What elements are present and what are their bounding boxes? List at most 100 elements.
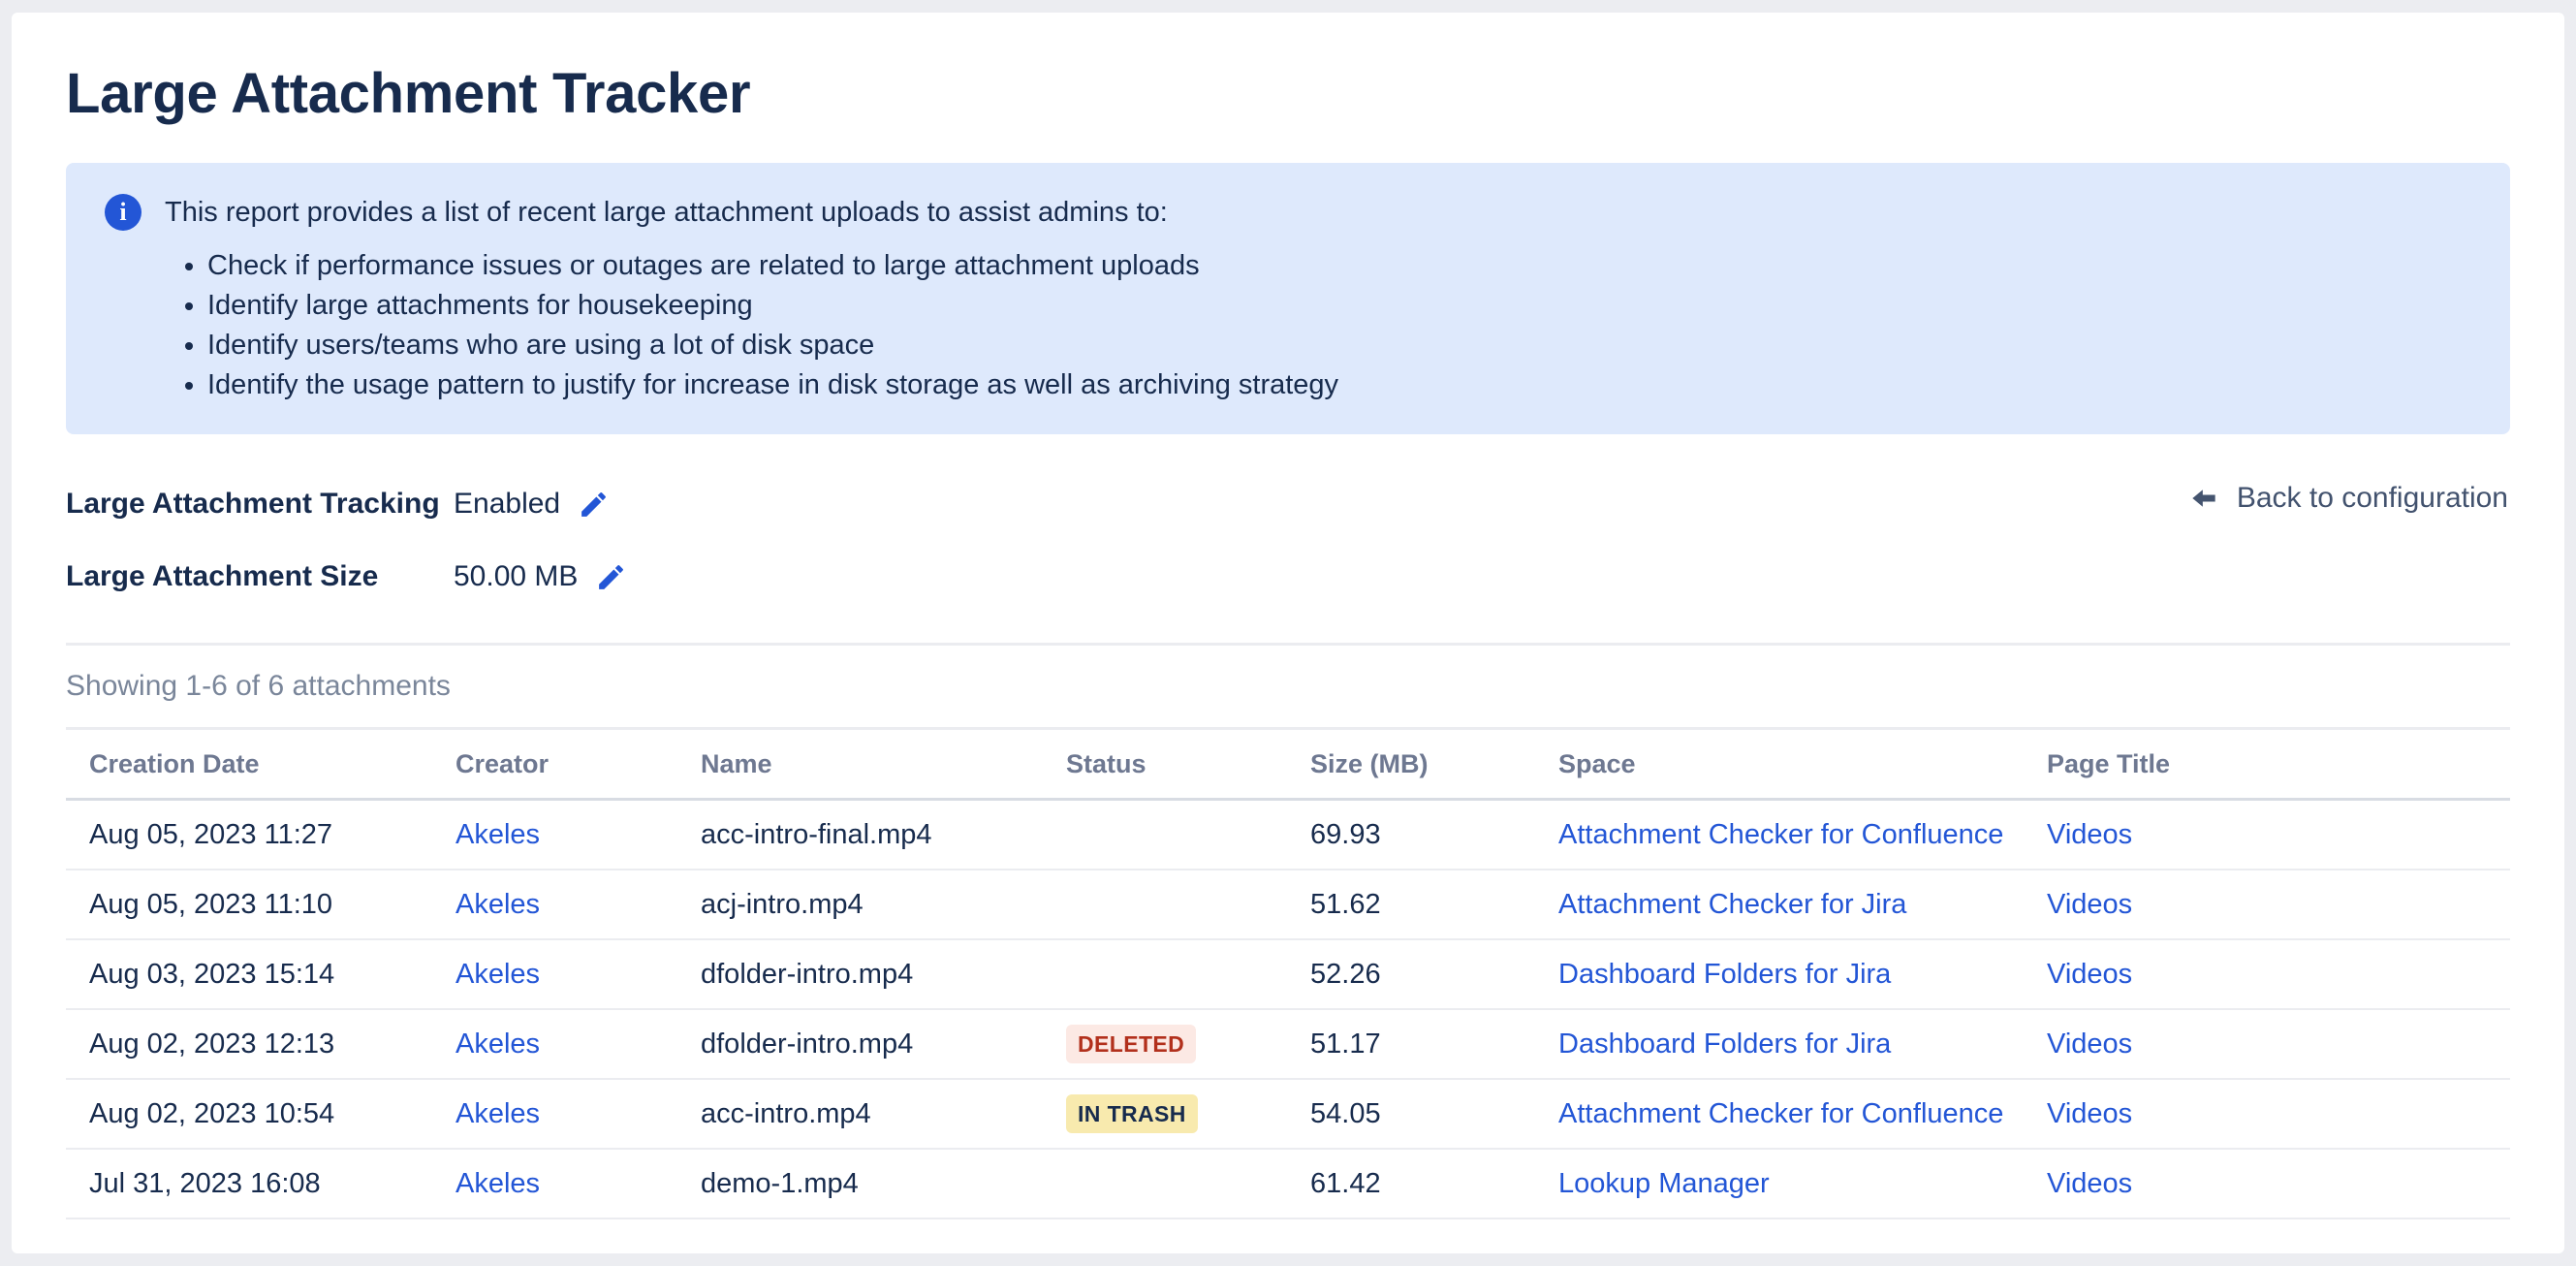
cell-space: Lookup Manager xyxy=(1558,1149,2047,1219)
space-link[interactable]: Attachment Checker for Confluence xyxy=(1558,1098,2003,1129)
edit-size-button[interactable] xyxy=(595,561,627,593)
cell-creator: Akeles xyxy=(456,800,701,870)
space-link[interactable]: Dashboard Folders for Jira xyxy=(1558,959,1891,990)
page-title-link[interactable]: Videos xyxy=(2047,889,2132,920)
creator-link[interactable]: Akeles xyxy=(456,889,540,920)
back-to-configuration-link[interactable]: Back to configuration xyxy=(2186,482,2508,515)
cell-page-title: Videos xyxy=(2047,800,2510,870)
column-header: Creator xyxy=(456,730,701,800)
cell-space: Dashboard Folders for Jira xyxy=(1558,939,2047,1009)
back-link-label: Back to configuration xyxy=(2237,482,2508,515)
cell-page-title: Videos xyxy=(2047,1009,2510,1079)
creator-link[interactable]: Akeles xyxy=(456,819,540,850)
page-title-link[interactable]: Videos xyxy=(2047,819,2132,850)
cell-creator: Akeles xyxy=(456,1149,701,1219)
cell-status xyxy=(1066,800,1310,870)
space-link[interactable]: Lookup Manager xyxy=(1558,1168,1770,1199)
table-row: Aug 03, 2023 15:14Akeles dfolder-intro.mp… xyxy=(66,939,2510,1009)
back-arrow-icon xyxy=(2186,485,2221,512)
edit-tracking-button[interactable] xyxy=(578,489,610,521)
tracking-setting-row: Large Attachment Tracking Enabled xyxy=(66,483,2510,525)
info-bullet: Identify users/teams who are using a lot… xyxy=(207,326,2471,365)
page-background: Large Attachment Tracker i This report p… xyxy=(0,0,2576,1266)
attachments-table-body: Aug 05, 2023 11:27Akelesacc-intro-final.… xyxy=(66,800,2510,1219)
cell-name: acc-intro-final.mp4 xyxy=(701,800,1066,870)
info-intro-text: This report provides a list of recent la… xyxy=(165,197,1168,229)
cell-size: 52.26 xyxy=(1310,939,1558,1009)
cell-name: dfolder-intro.mp4 xyxy=(701,1009,1066,1079)
cell-page-title: Videos xyxy=(2047,870,2510,939)
size-label: Large Attachment Size xyxy=(66,560,454,593)
creator-link[interactable]: Akeles xyxy=(456,1098,540,1129)
tracking-value: Enabled xyxy=(454,488,560,521)
cell-page-title: Videos xyxy=(2047,939,2510,1009)
page-title: Large Attachment Tracker xyxy=(66,61,2510,126)
column-header: Page Title xyxy=(2047,730,2510,800)
column-header: Status xyxy=(1066,730,1310,800)
page-title-link[interactable]: Videos xyxy=(2047,1168,2132,1199)
space-link[interactable]: Attachment Checker for Confluence xyxy=(1558,819,2003,850)
size-value: 50.00 MB xyxy=(454,560,578,593)
cell-status xyxy=(1066,870,1310,939)
cell-page-title: Videos xyxy=(2047,1149,2510,1219)
size-setting-row: Large Attachment Size 50.00 MB xyxy=(66,555,2510,598)
page-title-link[interactable]: Videos xyxy=(2047,1029,2132,1060)
content-card: Large Attachment Tracker i This report p… xyxy=(12,13,2564,1253)
page-title-link[interactable]: Videos xyxy=(2047,1098,2132,1129)
cell-status: IN TRASH xyxy=(1066,1079,1310,1149)
info-bullet: Identify the usage pattern to justify fo… xyxy=(207,365,2471,405)
cell-name: acj-intro.mp4 xyxy=(701,870,1066,939)
page-title-link[interactable]: Videos xyxy=(2047,959,2132,990)
column-header: Space xyxy=(1558,730,2047,800)
status-badge: DELETED xyxy=(1066,1025,1196,1063)
cell-creation-date: Aug 05, 2023 11:27 xyxy=(66,800,456,870)
attachments-table: Creation DateCreatorNameStatusSize (MB)S… xyxy=(66,730,2510,1219)
cell-creation-date: Aug 03, 2023 15:14 xyxy=(66,939,456,1009)
cell-page-title: Videos xyxy=(2047,1079,2510,1149)
info-bullet-list: Check if performance issues or outages a… xyxy=(105,246,2471,405)
cell-creator: Akeles xyxy=(456,939,701,1009)
info-panel-header: i This report provides a list of recent … xyxy=(105,194,2471,231)
creator-link[interactable]: Akeles xyxy=(456,959,540,990)
table-row: Aug 05, 2023 11:10Akeles acj-intro.mp4 51.… xyxy=(66,870,2510,939)
results-summary: Showing 1-6 of 6 attachments xyxy=(66,643,2510,730)
info-panel: i This report provides a list of recent … xyxy=(66,163,2510,434)
column-header: Creation Date xyxy=(66,730,456,800)
cell-status: DELETED xyxy=(1066,1009,1310,1079)
table-row: Aug 02, 2023 10:54Akeles acc-intro.mp4IN … xyxy=(66,1079,2510,1149)
column-header: Name xyxy=(701,730,1066,800)
cell-creation-date: Aug 02, 2023 12:13 xyxy=(66,1009,456,1079)
settings-section: Large Attachment Tracking Enabled Large … xyxy=(66,483,2510,598)
cell-space: Attachment Checker for Confluence xyxy=(1558,1079,2047,1149)
cell-creation-date: Aug 02, 2023 10:54 xyxy=(66,1079,456,1149)
creator-link[interactable]: Akeles xyxy=(456,1029,540,1060)
info-icon: i xyxy=(105,194,141,231)
cell-creation-date: Aug 05, 2023 11:10 xyxy=(66,870,456,939)
cell-name: dfolder-intro.mp4 xyxy=(701,939,1066,1009)
table-row: Aug 05, 2023 11:27Akeles acc-intro-final.… xyxy=(66,800,2510,870)
table-row: Aug 02, 2023 12:13Akeles dfolder-intro.mp… xyxy=(66,1009,2510,1079)
cell-status xyxy=(1066,939,1310,1009)
space-link[interactable]: Dashboard Folders for Jira xyxy=(1558,1029,1891,1060)
cell-size: 51.17 xyxy=(1310,1009,1558,1079)
status-badge: IN TRASH xyxy=(1066,1094,1198,1133)
cell-creator: Akeles xyxy=(456,870,701,939)
cell-size: 69.93 xyxy=(1310,800,1558,870)
cell-size: 61.42 xyxy=(1310,1149,1558,1219)
info-bullet: Check if performance issues or outages a… xyxy=(207,246,2471,286)
cell-size: 51.62 xyxy=(1310,870,1558,939)
pencil-icon xyxy=(578,489,610,521)
info-bullet: Identify large attachments for housekeep… xyxy=(207,286,2471,326)
cell-status xyxy=(1066,1149,1310,1219)
creator-link[interactable]: Akeles xyxy=(456,1168,540,1199)
cell-creation-date: Jul 31, 2023 16:08 xyxy=(66,1149,456,1219)
cell-creator: Akeles xyxy=(456,1079,701,1149)
space-link[interactable]: Attachment Checker for Jira xyxy=(1558,889,1906,920)
table-header-row: Creation DateCreatorNameStatusSize (MB)S… xyxy=(66,730,2510,800)
cell-name: acc-intro.mp4 xyxy=(701,1079,1066,1149)
pencil-icon xyxy=(595,561,627,593)
cell-space: Attachment Checker for Confluence xyxy=(1558,800,2047,870)
table-row: Jul 31, 2023 16:08Akelesdemo-1.mp461.42L… xyxy=(66,1149,2510,1219)
cell-space: Dashboard Folders for Jira xyxy=(1558,1009,2047,1079)
cell-space: Attachment Checker for Jira xyxy=(1558,870,2047,939)
